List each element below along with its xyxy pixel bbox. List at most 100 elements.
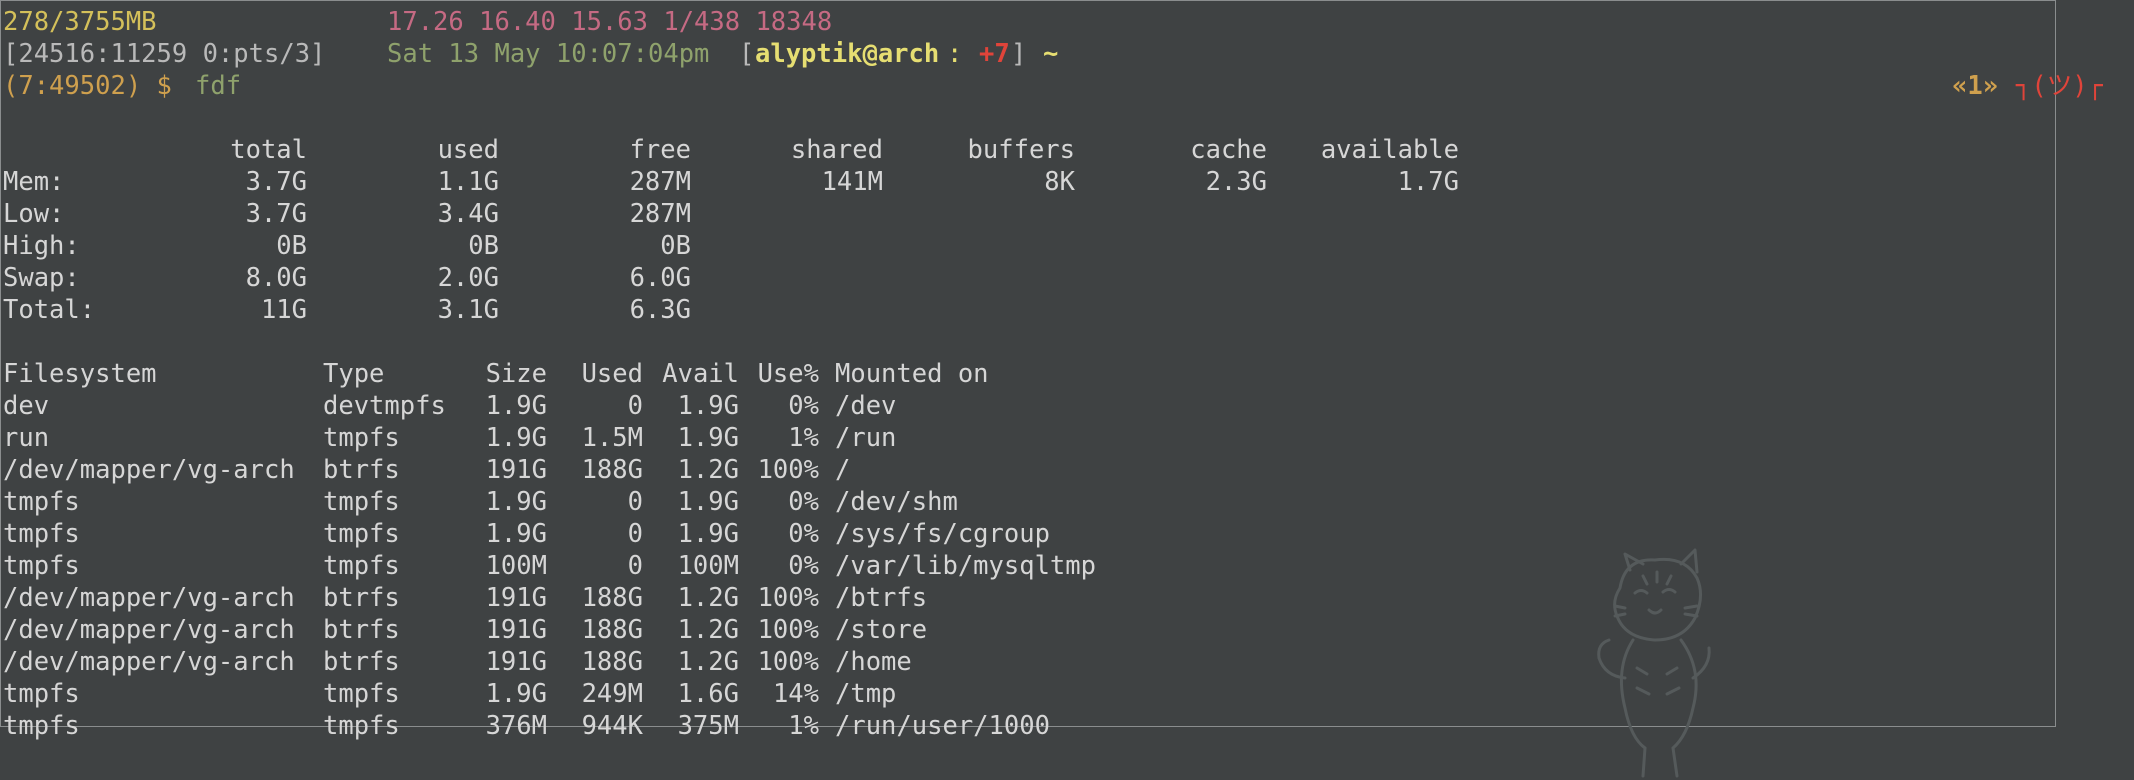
df-cell-used: 1.5M <box>581 423 643 453</box>
free-cell-total: 3.7G <box>245 199 307 229</box>
df-cell-type: tmpfs <box>323 551 400 581</box>
cwd: ~ <box>1043 39 1059 69</box>
df-cell-avail: 1.6G <box>677 679 739 709</box>
df-cell-use-: 100% <box>757 583 819 613</box>
df-cell-mounted-on: /sys/fs/cgroup <box>835 519 1050 549</box>
window-index-tag: «1» <box>1952 71 1999 101</box>
df-cell-use-: 14% <box>772 679 819 709</box>
free-cell-cache: 2.3G <box>1205 167 1267 197</box>
user-host: alyptik@arch <box>755 39 940 69</box>
df-cell-size: 376M <box>485 711 547 741</box>
df-cell-type: devtmpfs <box>323 391 446 421</box>
df-cell-avail: 375M <box>677 711 739 741</box>
free-cell-total: 8.0G <box>245 263 307 293</box>
df-cell-avail: 1.9G <box>677 519 739 549</box>
df-cell-filesystem: /dev/mapper/vg-arch <box>3 615 295 645</box>
free-header-used: used <box>437 135 499 165</box>
free-cell-available: 1.7G <box>1397 167 1459 197</box>
df-cell-filesystem: /dev/mapper/vg-arch <box>3 455 295 485</box>
free-header-buffers: buffers <box>967 135 1075 165</box>
df-cell-avail: 1.2G <box>677 455 739 485</box>
free-cell-free: 6.3G <box>629 295 691 325</box>
free-cell-free: 287M <box>629 167 691 197</box>
df-cell-use-: 0% <box>788 391 819 421</box>
df-cell-avail: 1.9G <box>677 487 739 517</box>
df-cell-type: tmpfs <box>323 519 400 549</box>
df-cell-used: 188G <box>581 647 643 677</box>
df-cell-avail: 1.2G <box>677 583 739 613</box>
free-cell-free: 6.0G <box>629 263 691 293</box>
df-cell-mounted-on: /run/user/1000 <box>835 711 1050 741</box>
free-row-label: Swap: <box>3 263 80 293</box>
status-line-2: [24516:11259 0:pts/3] Sat 13 May 10:07:0… <box>3 38 1058 70</box>
terminal-window[interactable]: 278/3755MB 17.26 16.40 15.63 1/438 18348… <box>0 0 2134 780</box>
df-cell-filesystem: tmpfs <box>3 711 80 741</box>
df-cell-filesystem: tmpfs <box>3 551 80 581</box>
df-cell-mounted-on: /store <box>835 615 928 645</box>
df-cell-mounted-on: /tmp <box>835 679 897 709</box>
free-header-free: free <box>629 135 691 165</box>
df-cell-mounted-on: /var/lib/mysqltmp <box>835 551 1096 581</box>
free-header-shared: shared <box>790 135 883 165</box>
df-cell-type: tmpfs <box>323 487 400 517</box>
free-row-label: Mem: <box>3 167 65 197</box>
df-cell-used: 0 <box>627 487 643 517</box>
df-header-use-: Use% <box>757 359 819 389</box>
df-cell-avail: 1.2G <box>677 647 739 677</box>
df-cell-size: 1.9G <box>485 487 547 517</box>
df-header-size: Size <box>485 359 547 389</box>
df-cell-use-: 100% <box>757 647 819 677</box>
df-header-used: Used <box>581 359 643 389</box>
df-cell-type: tmpfs <box>323 423 400 453</box>
df-cell-use-: 0% <box>788 487 819 517</box>
df-cell-filesystem: tmpfs <box>3 519 80 549</box>
free-row-label: Total: <box>3 295 96 325</box>
free-cell-shared: 141M <box>821 167 883 197</box>
df-cell-filesystem: /dev/mapper/vg-arch <box>3 647 295 677</box>
df-header-type: Type <box>323 359 385 389</box>
command-text[interactable]: fdf <box>195 70 241 102</box>
free-cell-total: 0B <box>276 231 307 261</box>
df-cell-use-: 100% <box>757 455 819 485</box>
df-cell-mounted-on: /dev <box>835 391 897 421</box>
df-cell-size: 191G <box>485 615 547 645</box>
bracket-open: [ <box>739 39 755 69</box>
df-cell-avail: 100M <box>677 551 739 581</box>
df-cell-mounted-on: /home <box>835 647 912 677</box>
df-cell-size: 1.9G <box>485 423 547 453</box>
prompt-line[interactable]: (7:49502) $ fdf <box>3 70 241 102</box>
free-row-label: Low: <box>3 199 65 229</box>
df-cell-use-: 100% <box>757 615 819 645</box>
df-cell-type: btrfs <box>323 615 400 645</box>
tiger-cub-doodle-icon <box>1597 548 1711 778</box>
df-cell-used: 249M <box>581 679 643 709</box>
shrug-emoticon: ┐(ツ)┌ <box>2016 71 2103 101</box>
free-header-total: total <box>230 135 307 165</box>
df-cell-filesystem: tmpfs <box>3 679 80 709</box>
df-cell-type: tmpfs <box>323 679 400 709</box>
free-cell-used: 1.1G <box>437 167 499 197</box>
free-cell-free: 0B <box>660 231 691 261</box>
free-cell-total: 11G <box>260 295 307 325</box>
colon: : <box>947 39 963 69</box>
memory-usage: 278/3755MB <box>3 7 157 37</box>
df-cell-used: 0 <box>627 519 643 549</box>
df-cell-type: btrfs <box>323 583 400 613</box>
df-header-avail: Avail <box>662 359 739 389</box>
df-cell-size: 100M <box>485 551 547 581</box>
df-cell-filesystem: tmpfs <box>3 487 80 517</box>
df-cell-size: 191G <box>485 583 547 613</box>
df-cell-avail: 1.9G <box>677 391 739 421</box>
df-cell-size: 1.9G <box>485 679 547 709</box>
load-average: 17.26 16.40 15.63 1/438 18348 <box>387 7 833 37</box>
free-cell-used: 2.0G <box>437 263 499 293</box>
df-cell-use-: 1% <box>788 711 819 741</box>
df-cell-use-: 0% <box>788 519 819 549</box>
df-cell-used: 188G <box>581 455 643 485</box>
free-header-cache: cache <box>1190 135 1267 165</box>
df-cell-avail: 1.2G <box>677 615 739 645</box>
df-header-mounted-on: Mounted on <box>835 359 989 389</box>
df-cell-size: 191G <box>485 647 547 677</box>
df-cell-mounted-on: /dev/shm <box>835 487 958 517</box>
session-info: [24516:11259 0:pts/3] <box>3 39 326 69</box>
